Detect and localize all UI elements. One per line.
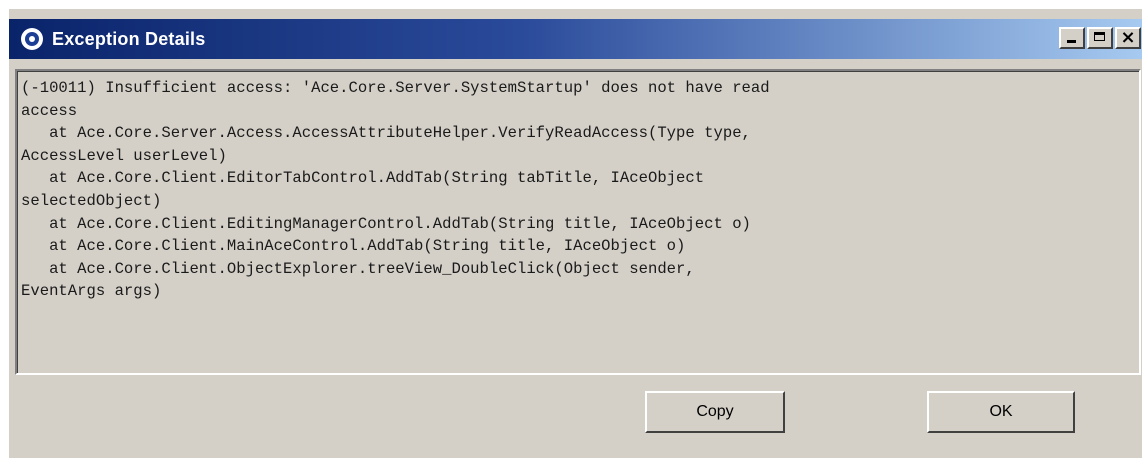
exception-line: EventArgs args)	[21, 282, 162, 301]
minimize-button[interactable]	[1059, 27, 1085, 49]
window-title: Exception Details	[52, 28, 206, 49]
exception-line: at Ace.Core.Client.EditingManagerControl…	[21, 214, 751, 233]
close-button[interactable]: ×	[1115, 27, 1141, 49]
exception-line: at Ace.Core.Client.ObjectExplorer.treeVi…	[21, 259, 695, 278]
exception-line: at Ace.Core.Client.MainAceControl.AddTab…	[21, 237, 686, 256]
exception-line: AccessLevel userLevel)	[21, 146, 227, 165]
exception-line: access	[21, 101, 78, 120]
close-icon: ×	[1120, 27, 1136, 48]
exception-line: selectedObject)	[21, 191, 162, 210]
exception-text-box[interactable]: (-10011) Insufficient access: 'Ace.Core.…	[15, 69, 1141, 375]
maximize-button[interactable]	[1087, 27, 1113, 49]
app-logo-icon	[21, 28, 43, 50]
ok-button[interactable]: OK	[927, 391, 1075, 433]
exception-dialog: Exception Details × (-10011) Insufficien…	[8, 8, 1142, 458]
exception-line: at Ace.Core.Server.Access.AccessAttribut…	[21, 124, 751, 143]
exception-line: (-10011) Insufficient access: 'Ace.Core.…	[21, 79, 770, 97]
exception-line: at Ace.Core.Client.EditorTabControl.AddT…	[21, 169, 705, 188]
copy-button[interactable]: Copy	[645, 391, 785, 433]
window-controls: ×	[1057, 27, 1141, 49]
title-bar[interactable]: Exception Details ×	[9, 19, 1142, 59]
